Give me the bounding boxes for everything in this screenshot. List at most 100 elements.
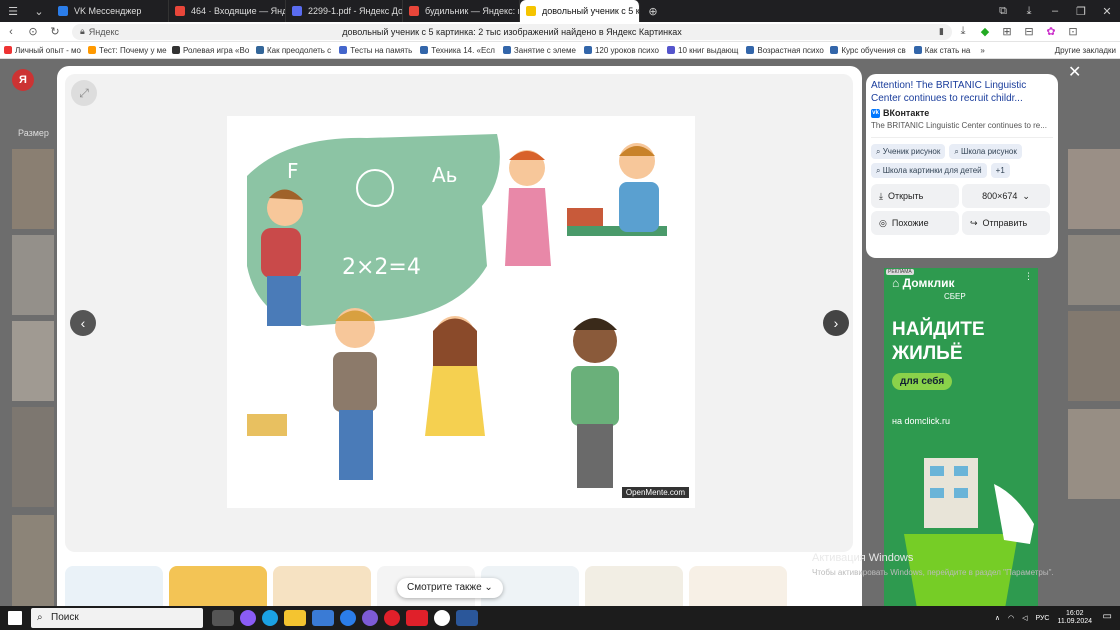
extension-icon[interactable]: ✿ <box>1040 25 1062 38</box>
watermark: OpenMente.com <box>621 487 689 498</box>
bookmark-item[interactable]: Как преодолеть с <box>252 46 335 55</box>
browser-menu-icon[interactable]: ☰ <box>0 5 26 18</box>
other-bookmarks[interactable]: Другие закладки <box>1051 46 1120 55</box>
bookmark-item[interactable]: Возрастная психо <box>742 46 826 55</box>
messenger-icon[interactable] <box>340 610 356 626</box>
wifi-icon[interactable]: ◠ <box>1008 614 1014 622</box>
bookmark-item[interactable]: Как стать на <box>910 46 975 55</box>
similar-thumb[interactable] <box>585 566 683 606</box>
extension-icon[interactable]: ⊟ <box>1018 25 1040 38</box>
tray-chevron-icon[interactable]: ∧ <box>995 614 1000 622</box>
more-bookmarks-icon[interactable]: » <box>974 46 990 55</box>
ad-url: на domclick.ru <box>892 416 950 426</box>
extension-icon[interactable]: ⊡ <box>1062 25 1084 38</box>
tab-mail[interactable]: 464 · Входящие — Яндекс <box>169 0 286 22</box>
new-tab-icon[interactable]: ⊕ <box>640 5 666 18</box>
yandex-browser-icon[interactable] <box>434 610 450 626</box>
bookmark-item[interactable]: Курс обучения св <box>826 46 909 55</box>
maximize-icon[interactable]: ❐ <box>1068 5 1094 18</box>
bookmark-icon[interactable]: ▮ <box>939 26 944 37</box>
adblock-shield-icon[interactable]: ◆ <box>974 25 996 38</box>
yandex-favicon-icon <box>409 6 419 16</box>
action-buttons: ⤓ Открыть 800×674 ⌄ ◎ Похожие ↪ Отправить <box>871 184 1053 235</box>
search-icon: ⌕ <box>876 166 881 175</box>
similar-button[interactable]: ◎ Похожие <box>871 211 959 235</box>
clock[interactable]: 16:02 11.09.2024 <box>1057 610 1092 626</box>
omnibox[interactable]: 🔒︎ Яндекс довольный ученик с 5 картинка:… <box>72 23 952 40</box>
back-icon[interactable]: ‹ <box>0 26 22 38</box>
bookmark-favicon-icon <box>667 46 675 54</box>
open-button[interactable]: ⤓ Открыть <box>871 184 959 208</box>
source-description: The BRITANIC Linguistic Center continues… <box>871 121 1047 130</box>
volume-icon[interactable]: ◁ <box>1022 614 1027 622</box>
refresh-icon[interactable]: ↻ <box>44 25 66 38</box>
similar-thumb[interactable] <box>689 566 787 606</box>
fullscreen-icon[interactable]: ⤢ <box>71 80 97 106</box>
result-thumb[interactable] <box>1068 149 1120 229</box>
bookmark-item[interactable]: 120 уроков психо <box>580 46 663 55</box>
tab-docs[interactable]: 2299-1.pdf - Яндекс Доку <box>286 0 403 22</box>
similar-thumb[interactable] <box>169 566 267 606</box>
see-also-button[interactable]: Смотрите также ⌄ <box>397 578 503 598</box>
main-image[interactable]: 2×2=4 F Aь OpenMente.com <box>227 116 695 508</box>
tab-vk[interactable]: VK Мессенджер <box>52 0 169 22</box>
source-title-link[interactable]: Attention! The BRITANIC Linguistic Cente… <box>871 79 1053 105</box>
bookmark-item[interactable]: Тесты на память <box>335 46 416 55</box>
ad-label: РЕКЛАМА <box>886 269 914 275</box>
similar-thumb[interactable] <box>65 566 163 606</box>
notifications-icon[interactable]: ▭ <box>1103 611 1112 622</box>
tab-list-chevron-icon[interactable]: ⌄ <box>26 5 52 18</box>
explorer-icon[interactable] <box>284 610 306 626</box>
close-window-icon[interactable]: ✕ <box>1094 5 1120 18</box>
tag-chip[interactable]: ⌕ Школа картинки для детей <box>871 163 987 178</box>
bookmark-item[interactable]: 10 книг выдающ <box>663 46 742 55</box>
ad-sub-logo: СБЕР <box>944 292 966 301</box>
result-thumb[interactable] <box>12 149 54 229</box>
alice-icon[interactable] <box>240 610 256 626</box>
bookmark-item[interactable]: Занятие с элеме <box>499 46 580 55</box>
task-view-icon[interactable] <box>212 610 234 626</box>
result-thumb[interactable] <box>1068 311 1120 401</box>
bookmarks-panel-icon[interactable]: ⧉ <box>990 5 1016 18</box>
extension-icon[interactable]: ⊞ <box>996 25 1018 38</box>
windows-start-icon[interactable] <box>8 611 22 625</box>
input-language[interactable]: РУС <box>1035 615 1049 622</box>
search-icon: ⌕ <box>876 147 881 156</box>
protect-icon[interactable]: ⊙ <box>22 25 44 38</box>
yandex-app-icon[interactable] <box>406 610 428 626</box>
ad-menu-icon[interactable]: ⋮ <box>1024 271 1033 282</box>
more-tags-chip[interactable]: +1 <box>990 163 1010 178</box>
tag-chip[interactable]: ⌕ Школа рисунок <box>949 144 1022 159</box>
similar-thumb[interactable] <box>273 566 371 606</box>
result-thumb[interactable] <box>1068 235 1120 305</box>
bookmark-item[interactable]: Личный опыт - мо <box>0 46 84 55</box>
downloads-icon[interactable]: ⤓ <box>1016 5 1042 18</box>
tag-chip[interactable]: ⌕ Ученик рисунок <box>871 144 946 159</box>
result-thumb[interactable] <box>12 515 54 606</box>
close-viewer-icon[interactable]: ✕ <box>1068 62 1081 82</box>
source-site[interactable]: vk ВКонтакте <box>871 108 1053 118</box>
result-thumb[interactable] <box>12 235 54 315</box>
result-thumb[interactable] <box>12 321 54 401</box>
next-image-button[interactable]: › <box>823 310 849 336</box>
yandex-logo[interactable]: Я <box>12 69 34 91</box>
edge-icon[interactable] <box>262 610 278 626</box>
taskbar-search[interactable]: ⌕ Поиск <box>31 608 203 628</box>
viber-icon[interactable] <box>362 610 378 626</box>
bookmark-item[interactable]: Техника 14. «Есл <box>416 46 499 55</box>
share-button[interactable]: ↪ Отправить <box>962 211 1050 235</box>
download-icon[interactable]: ⤓ <box>952 25 974 38</box>
size-select[interactable]: 800×674 ⌄ <box>962 184 1050 208</box>
prev-image-button[interactable]: ‹ <box>70 310 96 336</box>
result-thumb[interactable] <box>1068 409 1120 499</box>
minimize-icon[interactable]: – <box>1042 5 1068 17</box>
bookmark-item[interactable]: Ролевая игра «Во <box>168 46 252 55</box>
mail-icon[interactable] <box>312 610 334 626</box>
opera-icon[interactable] <box>384 610 400 626</box>
size-filter[interactable]: Размер <box>18 128 49 138</box>
word-icon[interactable] <box>456 610 478 626</box>
tab-alarm[interactable]: будильник — Яндекс: наш <box>403 0 520 22</box>
result-thumb[interactable] <box>12 407 54 507</box>
bookmark-item[interactable]: Тест: Почему у ме <box>84 46 168 55</box>
tab-images-active[interactable]: довольный ученик с 5 к× <box>520 0 640 22</box>
